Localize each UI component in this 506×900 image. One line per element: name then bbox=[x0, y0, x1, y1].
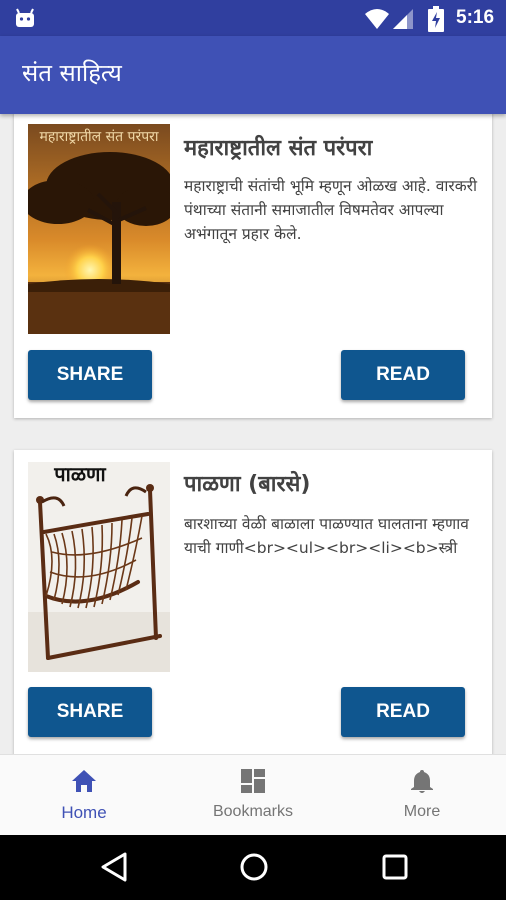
article-title[interactable]: पाळणा (बारसे) bbox=[184, 468, 310, 498]
sunset-tree-image: महाराष्ट्रातील संत परंपरा bbox=[28, 124, 170, 334]
home-icon bbox=[72, 770, 96, 792]
cell-signal-icon bbox=[393, 9, 413, 29]
article-card: महाराष्ट्रातील संत परंपरा महाराष्ट्रातील… bbox=[14, 114, 492, 418]
status-time: 5:16 bbox=[456, 7, 495, 28]
article-title[interactable]: महाराष्ट्रातील संत परंपरा bbox=[184, 132, 372, 162]
share-button[interactable]: SHARE bbox=[28, 687, 152, 737]
article-thumbnail[interactable]: पाळणा bbox=[28, 462, 170, 672]
system-navigation-bar bbox=[0, 834, 506, 900]
article-thumbnail[interactable]: महाराष्ट्रातील संत परंपरा bbox=[28, 124, 170, 334]
share-button[interactable]: SHARE bbox=[28, 350, 152, 400]
recents-icon[interactable] bbox=[381, 853, 409, 881]
app-title: संत साहित्य bbox=[22, 59, 122, 87]
nav-label: Home bbox=[61, 803, 107, 822]
nav-more[interactable]: More bbox=[338, 755, 506, 835]
battery-charging-icon bbox=[428, 6, 444, 32]
read-button[interactable]: READ bbox=[341, 350, 465, 400]
read-button[interactable]: READ bbox=[341, 687, 465, 737]
home-circle-icon[interactable] bbox=[239, 852, 269, 882]
article-description: महाराष्ट्राची संतांची भूमि म्हणून ओळख आह… bbox=[184, 177, 477, 243]
bell-icon bbox=[411, 770, 433, 793]
nav-label: More bbox=[403, 803, 441, 820]
article-description: बारशाच्या वेळी बाळाला पाळण्यात घालताना म… bbox=[184, 515, 469, 557]
nav-bookmarks[interactable]: Bookmarks bbox=[169, 755, 337, 835]
nav-home[interactable]: Home bbox=[0, 755, 168, 835]
thumbnail-caption: पाळणा bbox=[53, 462, 106, 486]
wifi-icon bbox=[365, 9, 389, 29]
article-card: पाळणा पाळणा (बारसे) बारशाच्या वेळी बाळाल… bbox=[14, 450, 492, 754]
app-bar: संत साहित्य bbox=[0, 36, 506, 114]
thumbnail-caption: महाराष्ट्रातील संत परंपरा bbox=[39, 128, 158, 145]
dashboard-icon bbox=[241, 769, 265, 793]
bottom-navigation: Home Bookmarks More bbox=[0, 754, 506, 835]
content-list[interactable]: महाराष्ट्रातील संत परंपरा महाराष्ट्रातील… bbox=[0, 114, 506, 754]
back-icon[interactable] bbox=[100, 852, 128, 882]
cradle-image: पाळणा bbox=[28, 462, 170, 672]
nav-label: Bookmarks bbox=[212, 803, 294, 820]
android-notification-icon bbox=[16, 8, 34, 27]
status-bar: 5:16 bbox=[0, 0, 506, 36]
